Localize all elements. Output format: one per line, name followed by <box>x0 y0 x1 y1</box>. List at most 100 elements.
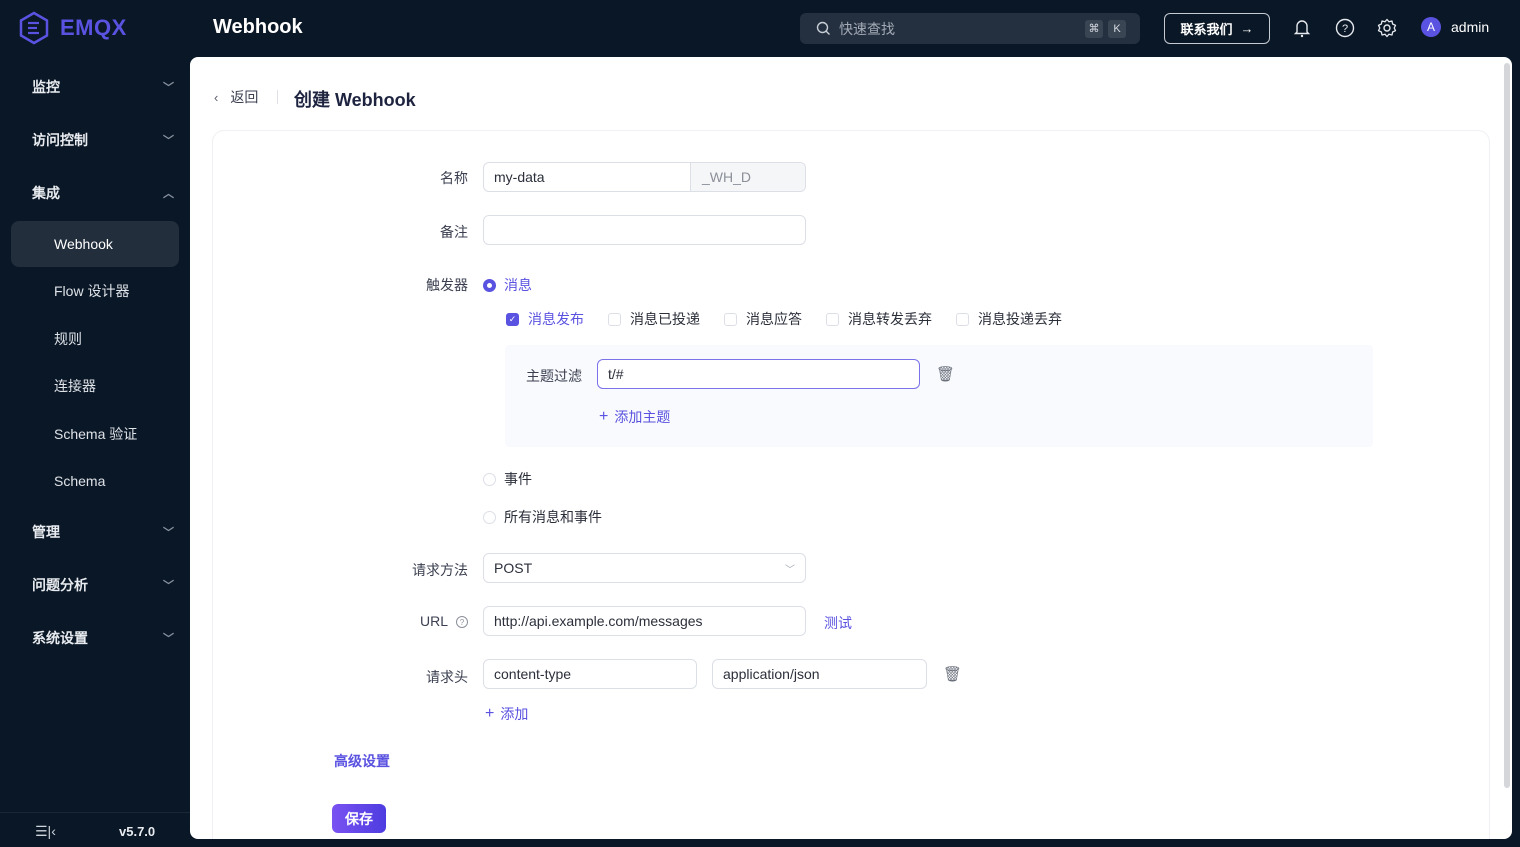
method-select[interactable]: POST ﹀ <box>483 553 806 583</box>
add-header-button[interactable]: + 添加 <box>485 704 528 724</box>
sidebar-item-webhook[interactable]: Webhook <box>11 221 179 267</box>
sidebar-group-label: 系统设置 <box>32 630 88 646</box>
sidebar-group-diagnostics[interactable]: 问题分析 ﹀ <box>32 575 174 595</box>
name-value: my-data <box>494 169 545 185</box>
sidebar-item-label: Schema <box>54 473 106 489</box>
checkbox-label: 消息应答 <box>746 311 802 327</box>
back-button[interactable]: ‹ 返回 <box>214 87 258 107</box>
save-button[interactable]: 保存 <box>332 804 386 833</box>
trigger-radio-all[interactable]: 所有消息和事件 <box>483 507 602 527</box>
main-panel: ‹ 返回 创建 Webhook 名称 my-data _WH_D 备注 触发器 … <box>190 57 1512 839</box>
advanced-settings-link[interactable]: 高级设置 <box>334 751 390 771</box>
chevron-left-icon: ‹ <box>214 89 219 105</box>
sidebar-group-integration[interactable]: 集成 ︿ <box>32 183 174 203</box>
collapse-sidebar-icon[interactable]: ☰|‹ <box>35 823 56 840</box>
sidebar-item-label: Flow 设计器 <box>54 283 130 299</box>
sidebar-group-system-settings[interactable]: 系统设置 ﹀ <box>32 628 174 648</box>
logo[interactable]: EMQX <box>18 11 127 45</box>
help-button[interactable]: ? <box>1334 17 1356 39</box>
sidebar-group-label: 访问控制 <box>32 132 88 148</box>
sidebar-item-schema[interactable]: Schema <box>11 458 179 504</box>
sidebar-item-label: Webhook <box>54 236 113 252</box>
header-key-input[interactable]: content-type <box>483 659 697 689</box>
checkbox-message-acked[interactable]: 消息应答 <box>724 309 802 329</box>
topic-filter-label: 主题过滤 <box>526 368 582 384</box>
checkbox-message-forward-dropped[interactable]: 消息转发丢弃 <box>826 309 932 329</box>
sidebar-item-connectors[interactable]: 连接器 <box>11 363 179 409</box>
search-icon <box>816 21 830 35</box>
sidebar-group-monitoring[interactable]: 监控 ﹀ <box>32 77 174 97</box>
header-value-input[interactable]: application/json <box>712 659 927 689</box>
trigger-label: 触发器 <box>426 277 468 293</box>
sidebar-footer: ☰|‹ v5.7.0 <box>0 812 190 847</box>
form-card <box>212 130 1490 839</box>
sidebar-item-rules[interactable]: 规则 <box>11 316 179 362</box>
header-key-value: content-type <box>494 666 572 682</box>
checkbox-message-publish[interactable]: ✓ 消息发布 <box>506 309 584 329</box>
logo-text: EMQX <box>60 15 127 40</box>
chevron-down-icon: ﹀ <box>163 580 174 592</box>
sidebar-item-label: Schema 验证 <box>54 426 138 442</box>
scrollbar[interactable] <box>1504 63 1510 788</box>
checkbox-icon <box>956 312 969 326</box>
delete-topic-icon[interactable]: 🗑 <box>936 365 955 383</box>
checkbox-label: 消息转发丢弃 <box>848 311 932 327</box>
sidebar-item-flow-designer[interactable]: Flow 设计器 <box>11 268 179 314</box>
chevron-down-icon: ﹀ <box>163 82 174 94</box>
sidebar: 监控 ﹀ 访问控制 ﹀ 集成 ︿ Webhook Flow 设计器 规则 连接器… <box>0 57 190 847</box>
radio-label: 所有消息和事件 <box>504 509 602 525</box>
notifications-button[interactable] <box>1291 17 1313 39</box>
emqx-logo-icon <box>19 11 49 45</box>
checkbox-message-delivery-dropped[interactable]: 消息投递丢弃 <box>956 309 1062 329</box>
user-menu[interactable]: A admin <box>1421 17 1489 37</box>
help-circle-icon[interactable]: ? <box>456 616 468 629</box>
help-icon: ? <box>1335 18 1355 38</box>
radio-selected-icon <box>483 278 496 292</box>
header-divider <box>277 90 278 104</box>
note-input[interactable] <box>483 215 806 245</box>
shortcut-key-cmd: ⌘ <box>1085 19 1103 38</box>
test-label: 测试 <box>824 615 852 631</box>
bell-icon <box>1293 20 1311 38</box>
topic-filter-value: t/# <box>608 366 624 382</box>
chevron-down-icon: ﹀ <box>163 135 174 147</box>
settings-button[interactable] <box>1376 17 1398 39</box>
add-header-label: 添加 <box>500 706 529 722</box>
add-topic-button[interactable]: + 添加主题 <box>599 407 670 427</box>
save-label: 保存 <box>345 810 373 827</box>
sidebar-group-label: 监控 <box>32 79 60 95</box>
delete-header-icon[interactable]: 🗑 <box>943 665 962 683</box>
trigger-radio-message[interactable]: 消息 <box>483 275 532 295</box>
sidebar-group-label: 集成 <box>32 185 60 201</box>
sidebar-item-label: 规则 <box>54 331 82 347</box>
trigger-radio-event[interactable]: 事件 <box>483 469 532 489</box>
plus-icon: + <box>485 705 495 722</box>
checkbox-message-delivered[interactable]: 消息已投递 <box>608 309 700 329</box>
contact-us-button[interactable]: 联系我们 → <box>1164 13 1270 44</box>
username: admin <box>1451 19 1490 35</box>
search-input[interactable]: 快速查找 ⌘ K <box>800 13 1140 44</box>
test-url-button[interactable]: 测试 <box>824 613 852 633</box>
checkbox-icon <box>826 312 839 326</box>
name-suffix: _WH_D <box>690 163 805 191</box>
chevron-down-icon: ﹀ <box>163 527 174 539</box>
url-label-group: URL? <box>400 613 468 629</box>
arrow-right-icon: → <box>1240 21 1254 36</box>
shortcut-key-k: K <box>1108 19 1126 38</box>
sidebar-item-schema-validation[interactable]: Schema 验证 <box>11 411 179 457</box>
url-value: http://api.example.com/messages <box>494 613 703 629</box>
back-label: 返回 <box>230 89 259 105</box>
note-label: 备注 <box>440 224 468 240</box>
radio-label: 消息 <box>504 277 532 293</box>
headers-label: 请求头 <box>426 669 468 685</box>
checkbox-label: 消息已投递 <box>630 311 700 327</box>
url-label: URL <box>419 613 448 629</box>
chevron-down-icon: ﹀ <box>785 565 795 576</box>
plus-icon: + <box>599 408 609 425</box>
topic-filter-input[interactable]: t/# <box>597 359 920 389</box>
sidebar-group-management[interactable]: 管理 ﹀ <box>32 522 174 542</box>
name-input[interactable]: my-data _WH_D <box>483 162 806 192</box>
sidebar-group-access-control[interactable]: 访问控制 ﹀ <box>32 130 174 150</box>
url-input[interactable]: http://api.example.com/messages <box>483 606 806 636</box>
method-value: POST <box>494 560 533 576</box>
